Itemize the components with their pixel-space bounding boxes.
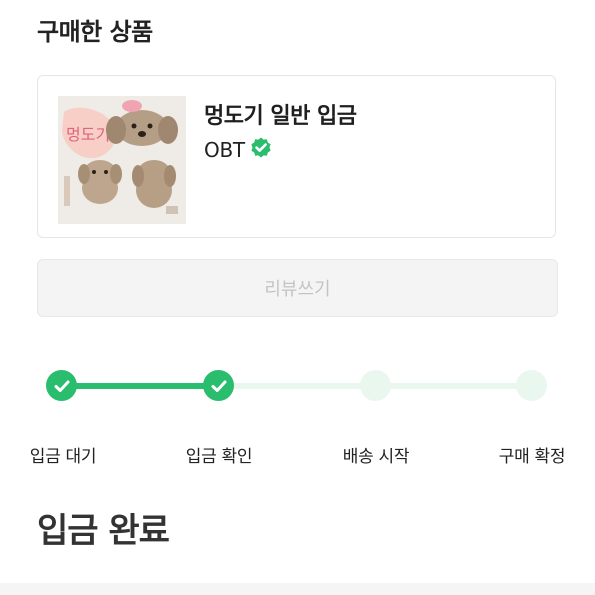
step-1-check-icon — [46, 370, 77, 401]
write-review-button[interactable]: 리뷰쓰기 — [37, 259, 558, 317]
step-label-4: 구매 확정 — [498, 447, 566, 467]
thumbnail-text: 멍도기 — [66, 125, 110, 144]
progress-track-done — [62, 383, 218, 389]
product-thumbnail[interactable]: 멍도기 — [58, 96, 186, 224]
section-divider — [0, 583, 595, 595]
product-card[interactable]: 멍도기 멍도기 일반 입금 OBT — [37, 75, 556, 238]
step-label-3: 배송 시작 — [342, 447, 410, 467]
verified-badge-icon — [249, 136, 273, 164]
step-3-dot — [360, 370, 391, 401]
seller-name[interactable]: OBT — [204, 138, 245, 162]
product-name[interactable]: 멍도기 일반 입금 — [204, 98, 357, 130]
section-title: 구매한 상품 — [37, 18, 153, 46]
seller-row[interactable]: OBT — [204, 136, 273, 164]
order-status-title: 입금 완료 — [37, 511, 170, 551]
step-2-check-icon — [203, 370, 234, 401]
puppy-sticker-image: 멍도기 — [58, 96, 186, 224]
step-label-1: 입금 대기 — [29, 447, 97, 467]
order-progress: 입금 대기 입금 확인 배송 시작 구매 확정 — [0, 360, 595, 470]
step-label-2: 입금 확인 — [185, 447, 253, 467]
step-4-dot — [516, 370, 547, 401]
